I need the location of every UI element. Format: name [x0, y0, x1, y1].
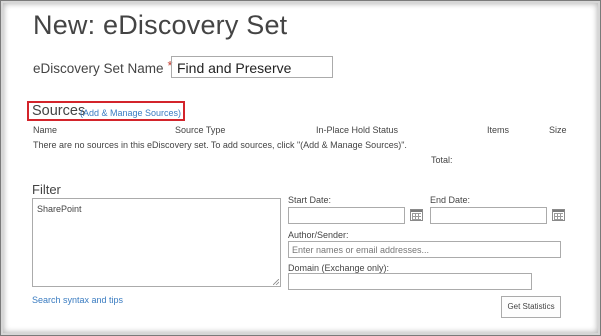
sources-empty-message: There are no sources in this eDiscovery … — [33, 140, 407, 150]
filter-heading: Filter — [32, 182, 61, 197]
start-date-input[interactable] — [288, 207, 405, 224]
search-syntax-link[interactable]: Search syntax and tips — [32, 295, 123, 305]
filter-query-textarea[interactable]: SharePoint — [32, 198, 281, 287]
author-sender-input[interactable]: Enter names or email addresses... — [288, 241, 561, 258]
set-name-label-text: eDiscovery Set Name — [33, 61, 164, 76]
calendar-icon[interactable] — [410, 209, 423, 221]
sources-heading: Sources — [32, 103, 86, 119]
sources-total-label: Total: — [431, 155, 453, 165]
column-header-items[interactable]: Items — [487, 125, 509, 135]
column-header-hold-status[interactable]: In-Place Hold Status — [316, 125, 398, 135]
resize-grip-icon[interactable] — [273, 279, 279, 285]
domain-input[interactable] — [288, 273, 532, 290]
filter-query-text: SharePoint — [37, 204, 82, 214]
domain-label: Domain (Exchange only): — [288, 263, 390, 273]
end-date-label: End Date: — [430, 195, 471, 205]
add-manage-sources-link[interactable]: (Add & Manage Sources) — [80, 108, 181, 118]
calendar-icon[interactable] — [552, 209, 565, 221]
column-header-name[interactable]: Name — [33, 125, 57, 135]
set-name-label: eDiscovery Set Name * — [33, 58, 173, 76]
get-statistics-button[interactable]: Get Statistics — [501, 296, 561, 318]
author-sender-label: Author/Sender: — [288, 230, 349, 240]
column-header-source-type[interactable]: Source Type — [175, 125, 225, 135]
set-name-input[interactable]: Find and Preserve — [171, 56, 333, 78]
page-title: New: eDiscovery Set — [33, 10, 288, 40]
column-header-size[interactable]: Size — [549, 125, 567, 135]
end-date-input[interactable] — [430, 207, 547, 224]
start-date-label: Start Date: — [288, 195, 332, 205]
